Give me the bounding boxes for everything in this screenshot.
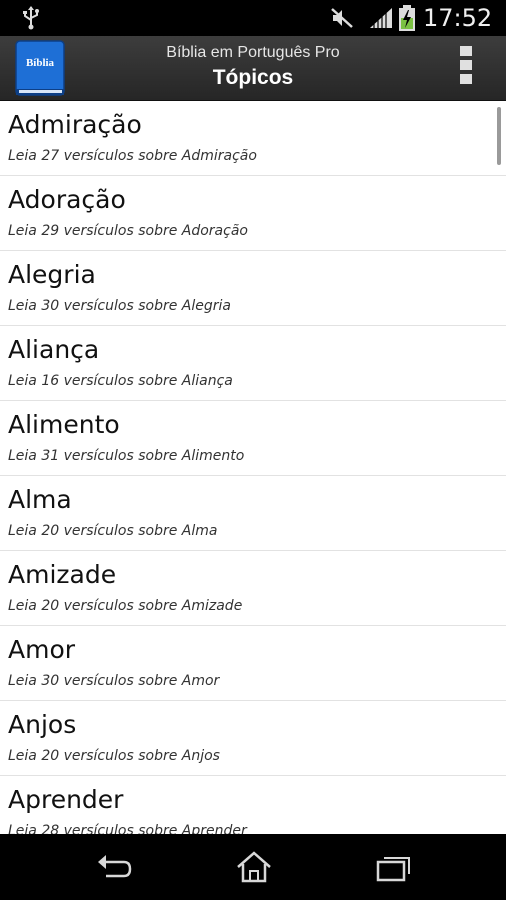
app-subtitle: Bíblia em Português Pro bbox=[166, 44, 340, 61]
topic-list[interactable]: Admiração Leia 27 versículos sobre Admir… bbox=[0, 101, 506, 834]
home-icon[interactable] bbox=[234, 850, 274, 884]
list-item-adoracao[interactable]: Adoração Leia 29 versículos sobre Adoraç… bbox=[0, 176, 506, 251]
list-item-anjos[interactable]: Anjos Leia 20 versículos sobre Anjos bbox=[0, 701, 506, 776]
recent-apps-icon[interactable] bbox=[374, 850, 414, 884]
topic-description: Leia 20 versículos sobre Amizade bbox=[8, 598, 243, 614]
overflow-menu-icon[interactable] bbox=[454, 46, 478, 92]
status-bar: 17:52 bbox=[0, 0, 506, 36]
topic-title: Aprender bbox=[8, 785, 124, 814]
topic-title: Alma bbox=[8, 485, 72, 514]
bible-book-icon[interactable]: Bíblia bbox=[10, 39, 70, 97]
page-title: Tópicos bbox=[212, 66, 294, 89]
list-scrollbar[interactable] bbox=[497, 107, 501, 165]
topic-description: Leia 20 versículos sobre Alma bbox=[8, 523, 218, 539]
list-item-admiracao[interactable]: Admiração Leia 27 versículos sobre Admir… bbox=[0, 101, 506, 176]
topic-description: Leia 29 versículos sobre Adoração bbox=[8, 223, 248, 239]
list-item-alimento[interactable]: Alimento Leia 31 versículos sobre Alimen… bbox=[0, 401, 506, 476]
mute-icon bbox=[331, 8, 353, 28]
topic-description: Leia 16 versículos sobre Aliança bbox=[8, 373, 233, 389]
back-icon[interactable] bbox=[94, 850, 134, 884]
topic-title: Anjos bbox=[8, 710, 77, 739]
usb-icon bbox=[23, 6, 39, 30]
list-item-aprender[interactable]: Aprender Leia 28 versículos sobre Aprend… bbox=[0, 776, 506, 834]
list-item-alma[interactable]: Alma Leia 20 versículos sobre Alma bbox=[0, 476, 506, 551]
topic-description: Leia 30 versículos sobre Alegria bbox=[8, 298, 231, 314]
list-item-amor[interactable]: Amor Leia 30 versículos sobre Amor bbox=[0, 626, 506, 701]
signal-icon bbox=[370, 8, 392, 28]
action-bar: Bíblia Bíblia em Português Pro Tópicos bbox=[0, 36, 506, 101]
topic-description: Leia 27 versículos sobre Admiração bbox=[8, 148, 257, 164]
list-item-alianca[interactable]: Aliança Leia 16 versículos sobre Aliança bbox=[0, 326, 506, 401]
list-item-alegria[interactable]: Alegria Leia 30 versículos sobre Alegria bbox=[0, 251, 506, 326]
topic-title: Alimento bbox=[8, 410, 120, 439]
topic-title: Amor bbox=[8, 635, 76, 664]
topic-title: Adoração bbox=[8, 185, 126, 214]
topic-description: Leia 20 versículos sobre Anjos bbox=[8, 748, 220, 764]
topic-title: Alegria bbox=[8, 260, 96, 289]
topic-description: Leia 30 versículos sobre Amor bbox=[8, 673, 220, 689]
topic-description: Leia 28 versículos sobre Aprender bbox=[8, 823, 247, 834]
topic-title: Admiração bbox=[8, 110, 142, 139]
clock-time: 17:52 bbox=[423, 4, 493, 32]
list-item-amizade[interactable]: Amizade Leia 20 versículos sobre Amizade bbox=[0, 551, 506, 626]
topic-description: Leia 31 versículos sobre Alimento bbox=[8, 448, 245, 464]
navigation-bar bbox=[0, 834, 506, 900]
app-icon-label: Bíblia bbox=[26, 57, 55, 69]
topic-title: Aliança bbox=[8, 335, 100, 364]
battery-charging-icon bbox=[399, 5, 415, 31]
topic-title: Amizade bbox=[8, 560, 117, 589]
